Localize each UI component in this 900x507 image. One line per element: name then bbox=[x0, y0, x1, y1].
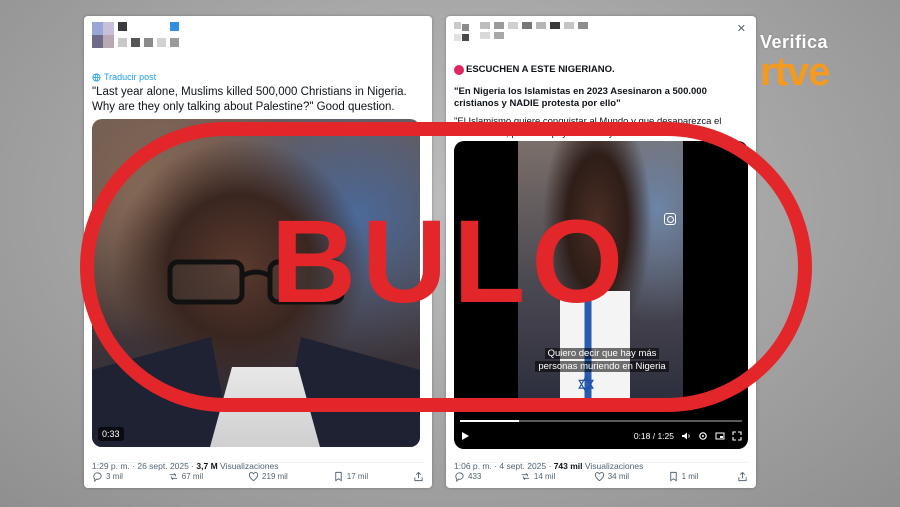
share-button[interactable] bbox=[413, 471, 424, 482]
globe-icon bbox=[92, 72, 101, 82]
like-button[interactable]: 34 mil bbox=[594, 471, 629, 482]
video-time: 0:18 / 1:25 bbox=[633, 431, 674, 441]
hoax-stamp-text: BULO bbox=[270, 196, 630, 328]
blurred-username bbox=[480, 22, 630, 42]
bookmark-count: 17 mil bbox=[346, 471, 369, 481]
repost-count: 14 mil bbox=[533, 471, 556, 481]
repost-button[interactable]: 67 mil bbox=[168, 471, 203, 482]
like-button[interactable]: 219 mil bbox=[248, 471, 288, 482]
brand-rtve: rtve bbox=[760, 50, 830, 94]
video-duration: 0:33 bbox=[98, 427, 124, 441]
action-bar: 3 mil 67 mil 219 mil 17 mil bbox=[92, 462, 424, 484]
pip-icon[interactable] bbox=[715, 431, 725, 441]
reply-icon bbox=[93, 471, 102, 482]
reply-button[interactable]: 3 mil bbox=[92, 471, 123, 482]
bookmark-icon bbox=[335, 471, 342, 481]
blurred-avatar bbox=[454, 22, 476, 48]
repost-button[interactable]: 14 mil bbox=[520, 471, 555, 482]
like-count: 219 mil bbox=[262, 471, 288, 481]
reply-icon bbox=[455, 471, 464, 482]
reply-button[interactable]: 433 bbox=[454, 471, 481, 482]
red-circle-icon bbox=[454, 64, 464, 75]
video-progress-bar[interactable] bbox=[460, 420, 742, 422]
blurred-username bbox=[118, 22, 188, 48]
repost-count: 67 mil bbox=[181, 471, 204, 481]
action-bar: 433 14 mil 34 mil 1 mil bbox=[454, 462, 748, 484]
like-count: 34 mil bbox=[607, 471, 630, 481]
repost-icon bbox=[521, 472, 530, 480]
post-heading: ESCUCHEN A ESTE NIGERIANO. bbox=[454, 64, 615, 75]
translate-label[interactable]: Traducir post bbox=[104, 72, 156, 82]
play-icon[interactable] bbox=[460, 431, 470, 441]
reply-count: 433 bbox=[468, 471, 482, 481]
post-text: "Last year alone, Muslims killed 500,000… bbox=[92, 86, 407, 113]
video-controls: 0:18 / 1:25 bbox=[454, 423, 748, 449]
bookmark-icon bbox=[669, 471, 677, 481]
bookmark-button[interactable]: 1 mil bbox=[668, 471, 699, 482]
verifica-rtve-logo: Verifica rtve bbox=[760, 32, 880, 93]
translate-link[interactable]: Traducir post bbox=[92, 72, 156, 82]
share-button[interactable] bbox=[737, 471, 748, 482]
bookmark-count: 1 mil bbox=[681, 471, 699, 481]
post-quote: "En Nigeria los Islamistas en 2023 Asesi… bbox=[454, 86, 707, 109]
more-options-icon[interactable]: ✕ bbox=[737, 22, 746, 35]
volume-icon[interactable] bbox=[681, 431, 691, 441]
fullscreen-icon[interactable] bbox=[732, 431, 742, 441]
heart-icon bbox=[248, 471, 259, 481]
video-progress-fill bbox=[460, 420, 520, 422]
bookmark-button[interactable]: 17 mil bbox=[333, 471, 368, 482]
blurred-avatar bbox=[92, 22, 114, 48]
heart-icon bbox=[594, 471, 604, 481]
repost-icon bbox=[169, 472, 177, 480]
share-icon bbox=[414, 471, 423, 481]
reply-count: 3 mil bbox=[106, 471, 123, 481]
heading-text: ESCUCHEN A ESTE NIGERIANO. bbox=[466, 64, 615, 75]
settings-icon[interactable] bbox=[698, 431, 708, 441]
share-icon bbox=[738, 471, 747, 481]
